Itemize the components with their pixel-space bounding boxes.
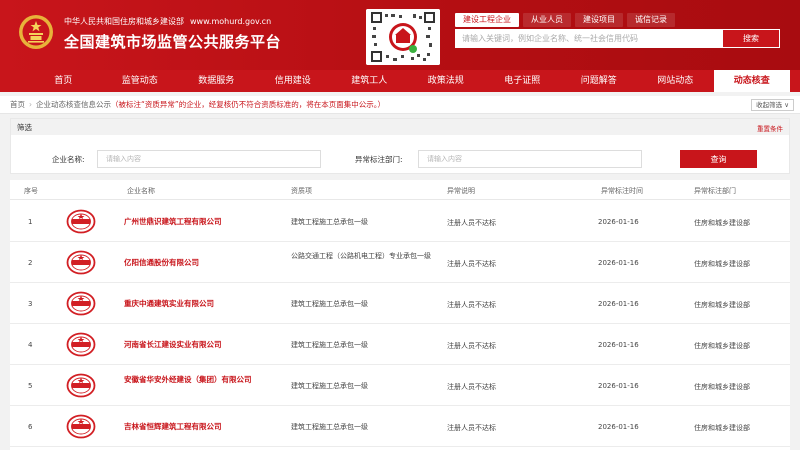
qualification: 建筑工程施工总承包一级 <box>291 423 368 431</box>
breadcrumb-bar: 首页 › 企业动态核查信息公示（被标注“资质异常”的企业，经复核仍不符合资质标准的，… <box>0 96 800 114</box>
qualification: 建筑工程施工总承包一级 <box>291 300 368 308</box>
nav-item-home[interactable]: 首页 <box>25 70 102 92</box>
site-subtitle: 中华人民共和国住房和城乡建设部 www.mohurd.gov.cn <box>64 16 271 27</box>
search-tab-personnel[interactable]: 从业人员 <box>523 13 571 27</box>
table-row: 6 吉林省恒辉建筑工程有限公司 建筑工程施工总承包一级 注册人员不达标 2026… <box>10 406 790 447</box>
search-tab-project[interactable]: 建设项目 <box>575 13 623 27</box>
nav-item-e-license[interactable]: 电子证照 <box>484 70 561 92</box>
abnormal-dept: 住房和城乡建设部 <box>694 342 750 350</box>
col-header-company: 企业名称 <box>127 187 155 195</box>
abnormal-dept: 住房和城乡建设部 <box>694 219 750 227</box>
abnormal-reason: 注册人员不达标 <box>447 383 496 391</box>
nav-item-site-news[interactable]: 网站动态 <box>637 70 714 92</box>
search-tab-company[interactable]: 建设工程企业 <box>455 13 519 27</box>
abnormal-dept: 住房和城乡建设部 <box>694 260 750 268</box>
qualification: 建筑工程施工总承包一级 <box>291 218 368 226</box>
table-row: 2 亿阳信通股份有限公司 公路交通工程（公路机电工程）专业承包一级 注册人员不达… <box>10 242 790 283</box>
row-no: 5 <box>28 382 33 390</box>
filter-header: 筛选 重置条件 <box>11 119 789 135</box>
row-no: 4 <box>28 341 33 349</box>
site-url[interactable]: www.mohurd.gov.cn <box>190 17 271 26</box>
col-header-reason: 异常说明 <box>447 187 475 195</box>
abnormal-dept: 住房和城乡建设部 <box>694 383 750 391</box>
ministry-name: 中华人民共和国住房和城乡建设部 <box>64 17 184 26</box>
chevron-right-icon: › <box>29 100 32 109</box>
abnormal-dept: 住房和城乡建设部 <box>694 301 750 309</box>
abnormal-stamp-icon <box>66 250 96 275</box>
abnormal-dept: 住房和城乡建设部 <box>694 424 750 432</box>
table-row: 5 安徽省华安外经建设（集团）有限公司 建筑工程施工总承包一级 注册人员不达标 … <box>10 365 790 406</box>
abnormal-reason: 注册人员不达标 <box>447 424 496 432</box>
company-name-link[interactable]: 广州世鼎识建筑工程有限公司 <box>124 216 294 227</box>
row-no: 1 <box>28 218 33 226</box>
search-tabs: 建设工程企业 从业人员 建设项目 诚信记录 <box>455 13 679 27</box>
result-table: 序号 企业名称 资质项 异常说明 异常标注时间 异常标注部门 1 广州世鼎识建筑… <box>10 180 790 450</box>
abnormal-date: 2026-01-16 <box>598 300 639 308</box>
abnormal-date: 2026-01-16 <box>598 341 639 349</box>
col-header-date: 异常标注时间 <box>601 187 643 195</box>
abnormal-stamp-icon <box>66 414 96 439</box>
abnormal-reason: 注册人员不达标 <box>447 342 496 350</box>
qualification: 公路交通工程（公路机电工程）专业承包一级 <box>291 252 431 260</box>
abnormal-reason: 注册人员不达标 <box>447 219 496 227</box>
qr-code-icon <box>366 9 440 65</box>
search-box: 搜索 <box>455 29 780 48</box>
breadcrumb-note: （被标注“资质异常”的企业，经复核仍不符合资质标准的，将在本页面集中公示。） <box>111 100 386 109</box>
breadcrumb-current: 企业动态核查信息公示 <box>36 100 111 109</box>
table-header: 序号 企业名称 资质项 异常说明 异常标注时间 异常标注部门 <box>10 180 790 200</box>
col-header-no: 序号 <box>24 187 38 195</box>
reset-filter-link[interactable]: 重置条件 <box>757 123 783 133</box>
company-name-link[interactable]: 亿阳信通股份有限公司 <box>124 257 294 268</box>
company-name-link[interactable]: 河南省长江建设实业有限公司 <box>124 339 294 350</box>
abnormal-date: 2026-01-16 <box>598 382 639 390</box>
col-header-dept: 异常标注部门 <box>694 187 736 195</box>
filter-panel: 筛选 重置条件 企业名称: 异常标注部门: 查询 <box>10 118 790 174</box>
nav-item-data-service[interactable]: 数据服务 <box>178 70 255 92</box>
site-title[interactable]: 全国建筑市场监管公共服务平台 <box>64 31 281 52</box>
company-name-input[interactable] <box>97 150 321 168</box>
search-button[interactable]: 搜索 <box>723 30 779 47</box>
col-header-qualification: 资质项 <box>291 187 312 195</box>
abnormal-stamp-icon <box>66 373 96 398</box>
abnormal-date: 2026-01-16 <box>598 423 639 431</box>
row-no: 6 <box>28 423 33 431</box>
search-input[interactable] <box>456 30 724 47</box>
breadcrumb-home[interactable]: 首页 <box>10 100 25 109</box>
abnormal-stamp-icon <box>66 209 96 234</box>
company-name-link[interactable]: 安徽省华安外经建设（集团）有限公司 <box>124 374 284 385</box>
site-header: 中华人民共和国住房和城乡建设部 www.mohurd.gov.cn 全国建筑市场监… <box>0 0 800 70</box>
national-emblem-icon[interactable] <box>18 14 54 50</box>
dept-input[interactable] <box>418 150 642 168</box>
abnormal-date: 2026-01-16 <box>598 218 639 226</box>
qualification: 建筑工程施工总承包一级 <box>291 382 368 390</box>
abnormal-stamp-icon <box>66 332 96 357</box>
row-no: 2 <box>28 259 33 267</box>
abnormal-date: 2026-01-16 <box>598 259 639 267</box>
filter-title: 筛选 <box>17 123 32 132</box>
nav-item-supervision-news[interactable]: 监管动态 <box>102 70 179 92</box>
nav-item-faq[interactable]: 问题解答 <box>561 70 638 92</box>
qualification: 建筑工程施工总承包一级 <box>291 341 368 349</box>
company-name-link[interactable]: 重庆中通建筑实业有限公司 <box>124 298 294 309</box>
nav-item-policy[interactable]: 政策法规 <box>408 70 485 92</box>
abnormal-reason: 注册人员不达标 <box>447 301 496 309</box>
table-row: 3 重庆中通建筑实业有限公司 建筑工程施工总承包一级 注册人员不达标 2026-… <box>10 283 790 324</box>
nav-item-dynamic-check[interactable]: 动态核查 <box>713 70 790 92</box>
breadcrumb: 首页 › 企业动态核查信息公示（被标注“资质异常”的企业，经复核仍不符合资质标准的，… <box>10 99 385 110</box>
company-name-label: 企业名称: <box>52 155 85 164</box>
table-row: 1 广州世鼎识建筑工程有限公司 建筑工程施工总承包一级 注册人员不达标 2026… <box>10 201 790 242</box>
nav-item-credit[interactable]: 信用建设 <box>255 70 332 92</box>
table-row: 4 河南省长江建设实业有限公司 建筑工程施工总承包一级 注册人员不达标 2026… <box>10 324 790 365</box>
query-button[interactable]: 查询 <box>680 150 757 168</box>
nav-item-workers[interactable]: 建筑工人 <box>331 70 408 92</box>
main-nav: 首页 监管动态 数据服务 信用建设 建筑工人 政策法规 电子证照 问题解答 网站… <box>0 70 800 92</box>
search-tab-credit[interactable]: 诚信记录 <box>627 13 675 27</box>
collapse-filter-button[interactable]: 收起筛选 ∨ <box>751 99 794 111</box>
row-no: 3 <box>28 300 33 308</box>
abnormal-reason: 注册人员不达标 <box>447 260 496 268</box>
dept-label: 异常标注部门: <box>355 155 403 164</box>
abnormal-stamp-icon <box>66 291 96 316</box>
company-name-link[interactable]: 吉林省恒辉建筑工程有限公司 <box>124 421 294 432</box>
